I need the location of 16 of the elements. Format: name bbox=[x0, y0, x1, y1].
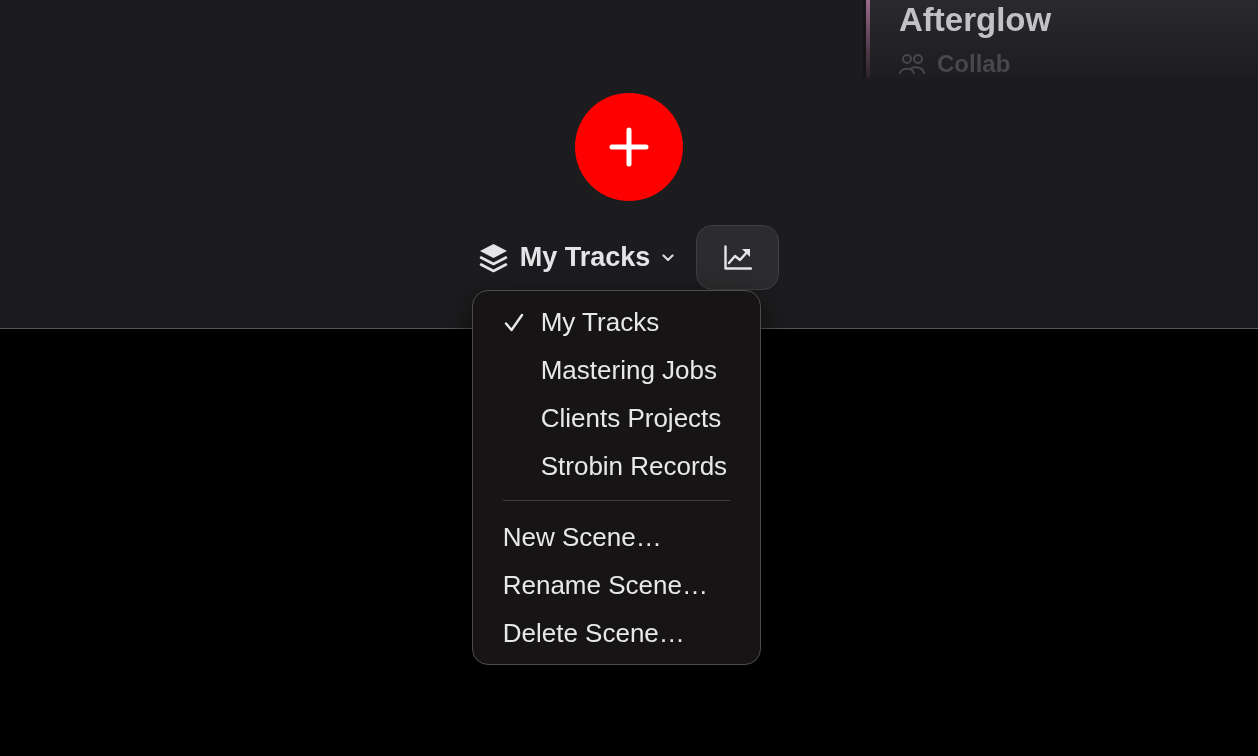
checkmark-icon bbox=[503, 312, 524, 332]
menu-action-item[interactable]: Delete Scene… bbox=[472, 609, 760, 657]
track-title: Afterglow bbox=[899, 1, 1052, 39]
menu-action-item[interactable]: New Scene… bbox=[472, 513, 760, 561]
plus-icon bbox=[609, 127, 649, 167]
people-icon bbox=[899, 53, 925, 75]
layers-icon bbox=[478, 242, 508, 273]
scene-menu-item[interactable]: Strobin Records bbox=[472, 442, 760, 490]
scene-menu-item[interactable]: Mastering Jobs bbox=[472, 346, 760, 394]
chart-button[interactable] bbox=[696, 225, 780, 290]
line-chart-icon bbox=[723, 245, 752, 270]
chevron-down-icon bbox=[662, 253, 675, 262]
scene-menu-item[interactable]: My Tracks bbox=[472, 298, 760, 346]
menu-action-item[interactable]: Rename Scene… bbox=[472, 561, 760, 609]
scene-menu-item[interactable]: Clients Projects bbox=[472, 394, 760, 442]
scene-picker[interactable]: My Tracks bbox=[478, 225, 675, 290]
